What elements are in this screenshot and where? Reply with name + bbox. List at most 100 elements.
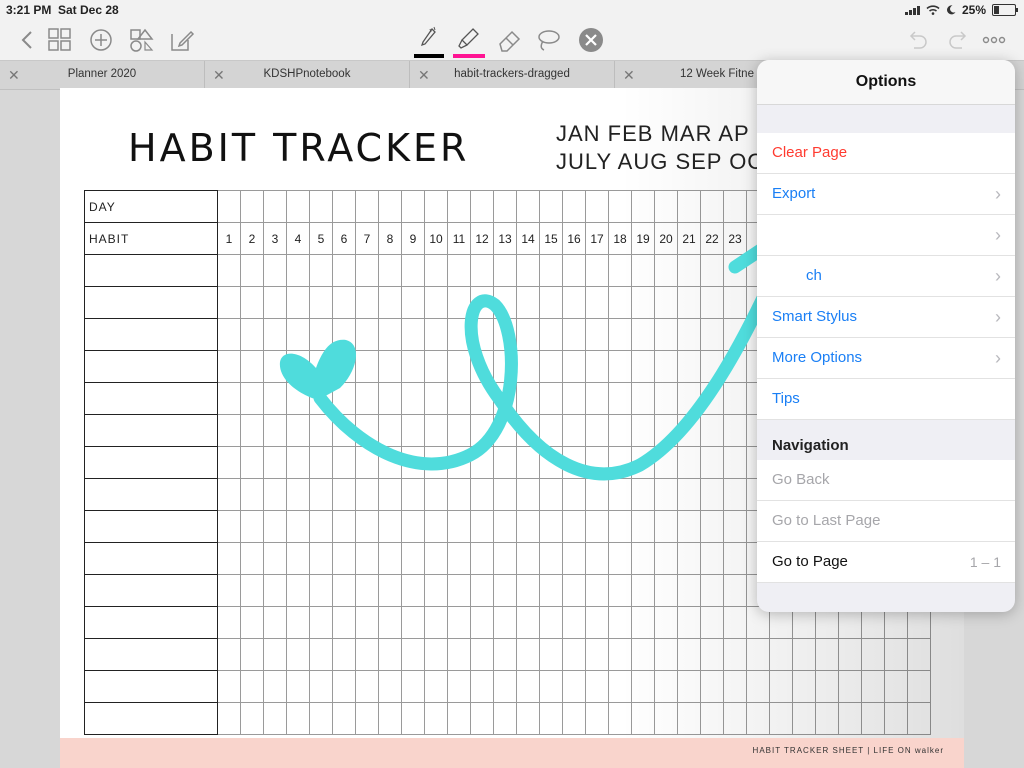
habit-check-cell[interactable] bbox=[401, 318, 425, 351]
habit-check-cell[interactable] bbox=[539, 350, 563, 383]
habit-check-cell[interactable] bbox=[769, 702, 793, 735]
habit-check-cell[interactable] bbox=[240, 318, 264, 351]
habit-check-cell[interactable] bbox=[907, 638, 931, 671]
habit-check-cell[interactable] bbox=[769, 638, 793, 671]
habit-check-cell[interactable] bbox=[677, 638, 701, 671]
habit-check-cell[interactable] bbox=[401, 510, 425, 543]
habit-check-cell[interactable] bbox=[723, 574, 747, 607]
habit-check-cell[interactable] bbox=[562, 574, 586, 607]
habit-check-cell[interactable] bbox=[608, 318, 632, 351]
habit-check-cell[interactable] bbox=[217, 318, 241, 351]
habit-check-cell[interactable] bbox=[631, 670, 655, 703]
habit-check-cell[interactable] bbox=[700, 382, 724, 415]
habit-check-cell[interactable] bbox=[585, 382, 609, 415]
habit-check-cell[interactable] bbox=[240, 606, 264, 639]
habit-check-cell[interactable] bbox=[677, 542, 701, 575]
habit-check-cell[interactable] bbox=[723, 478, 747, 511]
habit-check-cell[interactable] bbox=[677, 702, 701, 735]
habit-check-cell[interactable] bbox=[562, 286, 586, 319]
habit-name-cell[interactable] bbox=[84, 478, 218, 511]
habit-check-cell[interactable] bbox=[447, 254, 471, 287]
more-options-item[interactable]: More Options › bbox=[757, 338, 1015, 379]
habit-check-cell[interactable] bbox=[700, 446, 724, 479]
habit-check-cell[interactable] bbox=[217, 670, 241, 703]
habit-check-cell[interactable] bbox=[746, 670, 770, 703]
habit-check-cell[interactable] bbox=[723, 638, 747, 671]
habit-check-cell[interactable] bbox=[217, 638, 241, 671]
habit-check-cell[interactable] bbox=[309, 350, 333, 383]
habit-check-cell[interactable] bbox=[424, 606, 448, 639]
habit-check-cell[interactable] bbox=[631, 414, 655, 447]
habit-check-cell[interactable] bbox=[585, 414, 609, 447]
habit-check-cell[interactable] bbox=[332, 318, 356, 351]
habit-check-cell[interactable] bbox=[401, 574, 425, 607]
habit-check-cell[interactable] bbox=[493, 286, 517, 319]
habit-check-cell[interactable] bbox=[654, 254, 678, 287]
habit-check-cell[interactable] bbox=[424, 638, 448, 671]
habit-check-cell[interactable] bbox=[585, 702, 609, 735]
habit-check-cell[interactable] bbox=[677, 350, 701, 383]
habit-check-cell[interactable] bbox=[424, 670, 448, 703]
habit-check-cell[interactable] bbox=[378, 510, 402, 543]
habit-check-cell[interactable] bbox=[792, 638, 816, 671]
habit-check-cell[interactable] bbox=[355, 382, 379, 415]
habit-check-cell[interactable] bbox=[861, 638, 885, 671]
habit-check-cell[interactable] bbox=[470, 542, 494, 575]
habit-check-cell[interactable] bbox=[838, 638, 862, 671]
habit-check-cell[interactable] bbox=[723, 446, 747, 479]
habit-check-cell[interactable] bbox=[700, 510, 724, 543]
habit-check-cell[interactable] bbox=[470, 606, 494, 639]
habit-check-cell[interactable] bbox=[470, 574, 494, 607]
habit-check-cell[interactable] bbox=[332, 606, 356, 639]
habit-check-cell[interactable] bbox=[424, 574, 448, 607]
habit-check-cell[interactable] bbox=[470, 638, 494, 671]
habit-check-cell[interactable] bbox=[332, 382, 356, 415]
habit-check-cell[interactable] bbox=[309, 318, 333, 351]
habit-check-cell[interactable] bbox=[424, 350, 448, 383]
habit-check-cell[interactable] bbox=[447, 542, 471, 575]
habit-check-cell[interactable] bbox=[493, 574, 517, 607]
habit-check-cell[interactable] bbox=[539, 446, 563, 479]
habit-check-cell[interactable] bbox=[309, 286, 333, 319]
habit-check-cell[interactable] bbox=[286, 606, 310, 639]
habit-check-cell[interactable] bbox=[562, 414, 586, 447]
habit-name-cell[interactable] bbox=[84, 254, 218, 287]
back-icon[interactable] bbox=[14, 26, 42, 54]
habit-check-cell[interactable] bbox=[585, 670, 609, 703]
habit-check-cell[interactable] bbox=[424, 414, 448, 447]
habit-check-cell[interactable] bbox=[332, 574, 356, 607]
habit-check-cell[interactable] bbox=[217, 510, 241, 543]
habit-check-cell[interactable] bbox=[631, 606, 655, 639]
habit-check-cell[interactable] bbox=[447, 286, 471, 319]
habit-check-cell[interactable] bbox=[723, 670, 747, 703]
habit-check-cell[interactable] bbox=[562, 510, 586, 543]
go-to-page-item[interactable]: Go to Page 1 – 1 bbox=[757, 542, 1015, 583]
habit-check-cell[interactable] bbox=[516, 446, 540, 479]
habit-check-cell[interactable] bbox=[562, 638, 586, 671]
habit-name-cell[interactable] bbox=[84, 286, 218, 319]
habit-check-cell[interactable] bbox=[355, 606, 379, 639]
habit-check-cell[interactable] bbox=[562, 702, 586, 735]
eraser-icon[interactable] bbox=[496, 26, 524, 54]
habit-check-cell[interactable] bbox=[286, 702, 310, 735]
lasso-icon[interactable] bbox=[534, 26, 562, 54]
habit-name-cell[interactable] bbox=[84, 574, 218, 607]
habit-check-cell[interactable] bbox=[470, 350, 494, 383]
habit-check-cell[interactable] bbox=[424, 542, 448, 575]
habit-check-cell[interactable] bbox=[792, 670, 816, 703]
habit-check-cell[interactable] bbox=[654, 478, 678, 511]
habit-check-cell[interactable] bbox=[263, 286, 287, 319]
habit-check-cell[interactable] bbox=[562, 542, 586, 575]
habit-check-cell[interactable] bbox=[585, 606, 609, 639]
habit-name-cell[interactable] bbox=[84, 446, 218, 479]
habit-check-cell[interactable] bbox=[654, 286, 678, 319]
habit-check-cell[interactable] bbox=[217, 446, 241, 479]
habit-check-cell[interactable] bbox=[608, 286, 632, 319]
habit-check-cell[interactable] bbox=[217, 350, 241, 383]
habit-check-cell[interactable] bbox=[585, 318, 609, 351]
habit-check-cell[interactable] bbox=[309, 382, 333, 415]
habit-check-cell[interactable] bbox=[240, 478, 264, 511]
habit-check-cell[interactable] bbox=[677, 510, 701, 543]
habit-name-cell[interactable] bbox=[84, 382, 218, 415]
habit-check-cell[interactable] bbox=[884, 638, 908, 671]
